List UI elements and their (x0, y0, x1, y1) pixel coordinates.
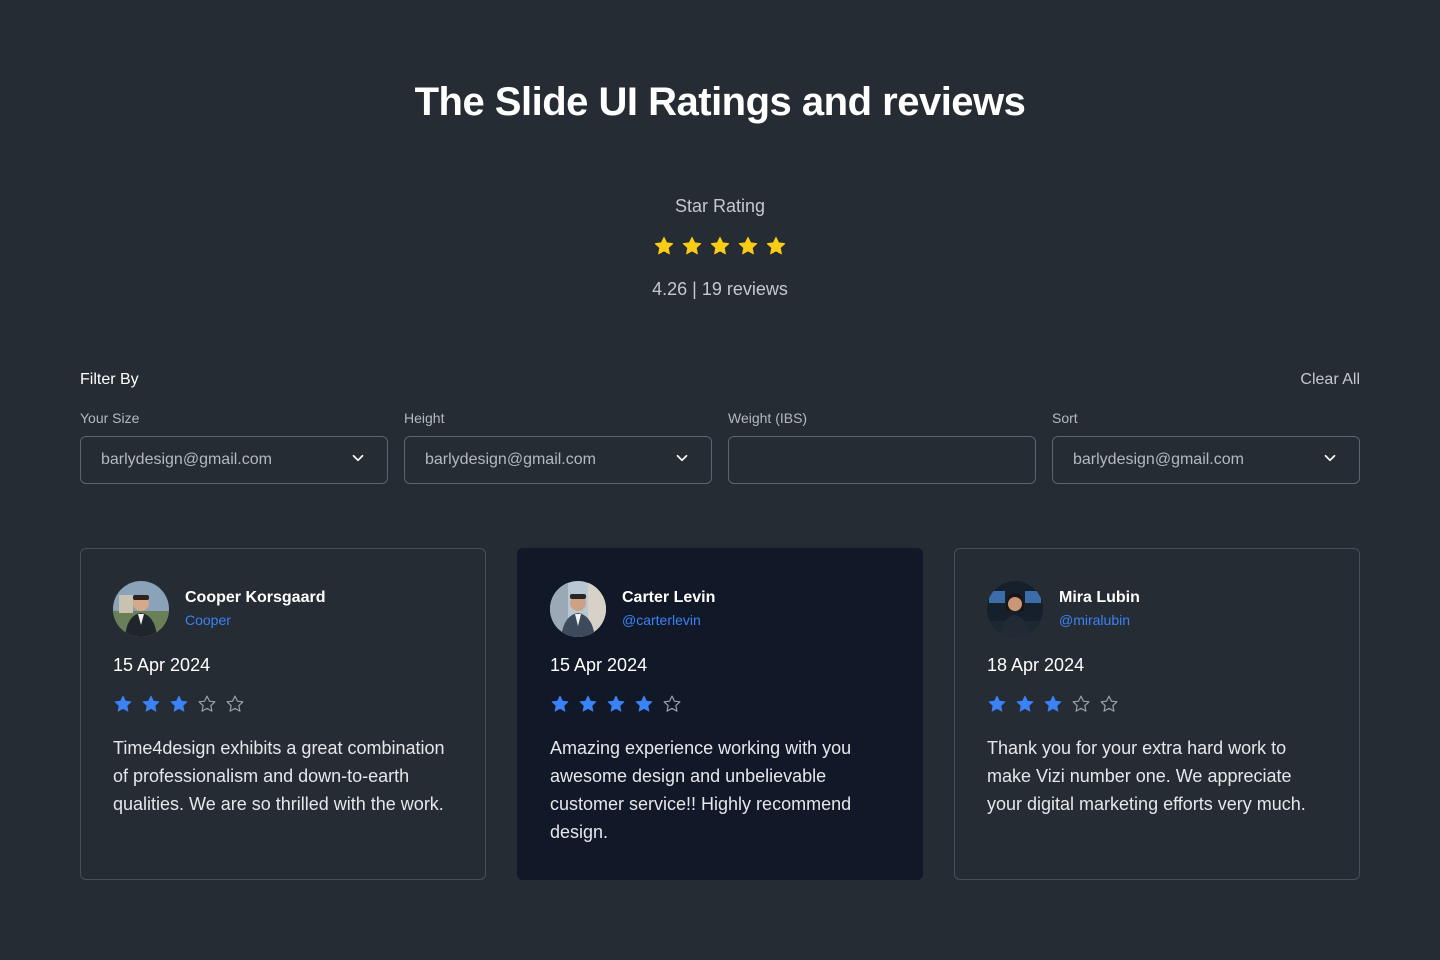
star-filled-icon (607, 695, 625, 712)
star-filled-icon (988, 695, 1006, 712)
review-text: Thank you for your extra hard work to ma… (987, 738, 1306, 814)
star-filled-icon (170, 695, 188, 712)
star-empty-icon (1100, 695, 1118, 712)
rating-summary: 4.26 | 19 reviews (652, 279, 788, 299)
review-date: 15 Apr 2024 (113, 655, 211, 675)
review-card[interactable]: Mira Lubin @miralubin 18 Apr 2024 Thank … (954, 548, 1360, 880)
chevron-down-icon (673, 449, 691, 472)
star-filled-icon (1044, 695, 1062, 712)
star-filled-icon (114, 695, 132, 712)
star-filled-icon (1016, 695, 1034, 712)
your-size-select[interactable]: barlydesign@gmail.com (80, 436, 388, 484)
star-filled-icon (551, 695, 569, 712)
filter-label: Your Size (80, 410, 140, 426)
review-card[interactable]: Carter Levin @carterlevin 15 Apr 2024 Am… (517, 548, 923, 880)
chevron-down-icon (1321, 449, 1339, 472)
filter-height: Height barlydesign@gmail.com (404, 408, 712, 484)
select-value: barlydesign@gmail.com (1073, 451, 1244, 468)
chevron-down-icon (349, 449, 367, 472)
star-filled-icon (142, 695, 160, 712)
avatar (113, 581, 169, 637)
star-empty-icon (663, 695, 681, 712)
sort-select[interactable]: barlydesign@gmail.com (1052, 436, 1360, 484)
review-text: Amazing experience working with you awes… (550, 738, 852, 842)
filter-label: Weight (IBS) (728, 410, 808, 426)
user-handle[interactable]: Cooper (185, 609, 325, 631)
star-filled-icon (635, 695, 653, 712)
clear-all-button[interactable]: Clear All (1300, 371, 1360, 389)
avatar (987, 581, 1043, 637)
star-filled-icon (738, 236, 758, 255)
star-filled-icon (682, 236, 702, 255)
star-rating-label: Star Rating (674, 196, 766, 216)
star-filled-icon (654, 236, 674, 255)
review-cards: Cooper Korsgaard Cooper 15 Apr 2024 Time… (80, 548, 1360, 880)
star-empty-icon (198, 695, 216, 712)
filter-label: Sort (1052, 410, 1078, 426)
select-value: barlydesign@gmail.com (101, 451, 272, 468)
star-filled-icon (579, 695, 597, 712)
star-empty-icon (1072, 695, 1090, 712)
review-date: 15 Apr 2024 (550, 655, 648, 675)
review-date: 18 Apr 2024 (987, 655, 1085, 675)
review-header: Carter Levin @carterlevin (550, 581, 890, 637)
review-stars (550, 694, 890, 714)
page-title: The Slide UI Ratings and reviews (414, 80, 1026, 124)
user-handle[interactable]: @miralubin (1059, 609, 1140, 631)
star-empty-icon (226, 695, 244, 712)
overall-rating-stars (0, 235, 1440, 257)
user-name: Cooper Korsgaard (185, 589, 326, 606)
user-info: Mira Lubin @miralubin (1059, 587, 1140, 631)
weight-input[interactable] (728, 436, 1036, 484)
user-handle[interactable]: @carterlevin (622, 609, 715, 631)
filters-row: Your Size barlydesign@gmail.com Height b… (80, 408, 1360, 484)
review-card[interactable]: Cooper Korsgaard Cooper 15 Apr 2024 Time… (80, 548, 486, 880)
star-filled-icon (710, 236, 730, 255)
height-select[interactable]: barlydesign@gmail.com (404, 436, 712, 484)
user-info: Carter Levin @carterlevin (622, 587, 715, 631)
user-name: Mira Lubin (1059, 589, 1140, 606)
ratings-page: The Slide UI Ratings and reviews Star Ra… (0, 0, 1440, 960)
filter-sort: Sort barlydesign@gmail.com (1052, 408, 1360, 484)
review-stars (113, 694, 453, 714)
user-name: Carter Levin (622, 589, 716, 606)
review-text: Time4design exhibits a great combination… (113, 738, 445, 814)
filter-by-label: Filter By (80, 371, 139, 388)
user-info: Cooper Korsgaard Cooper (185, 587, 325, 631)
star-filled-icon (766, 236, 786, 255)
select-value: barlydesign@gmail.com (425, 451, 596, 468)
filter-your-size: Your Size barlydesign@gmail.com (80, 408, 388, 484)
review-stars (987, 694, 1327, 714)
review-header: Cooper Korsgaard Cooper (113, 581, 453, 637)
filter-label: Height (404, 410, 445, 426)
avatar (550, 581, 606, 637)
review-header: Mira Lubin @miralubin (987, 581, 1327, 637)
filter-weight: Weight (IBS) (728, 408, 1036, 484)
